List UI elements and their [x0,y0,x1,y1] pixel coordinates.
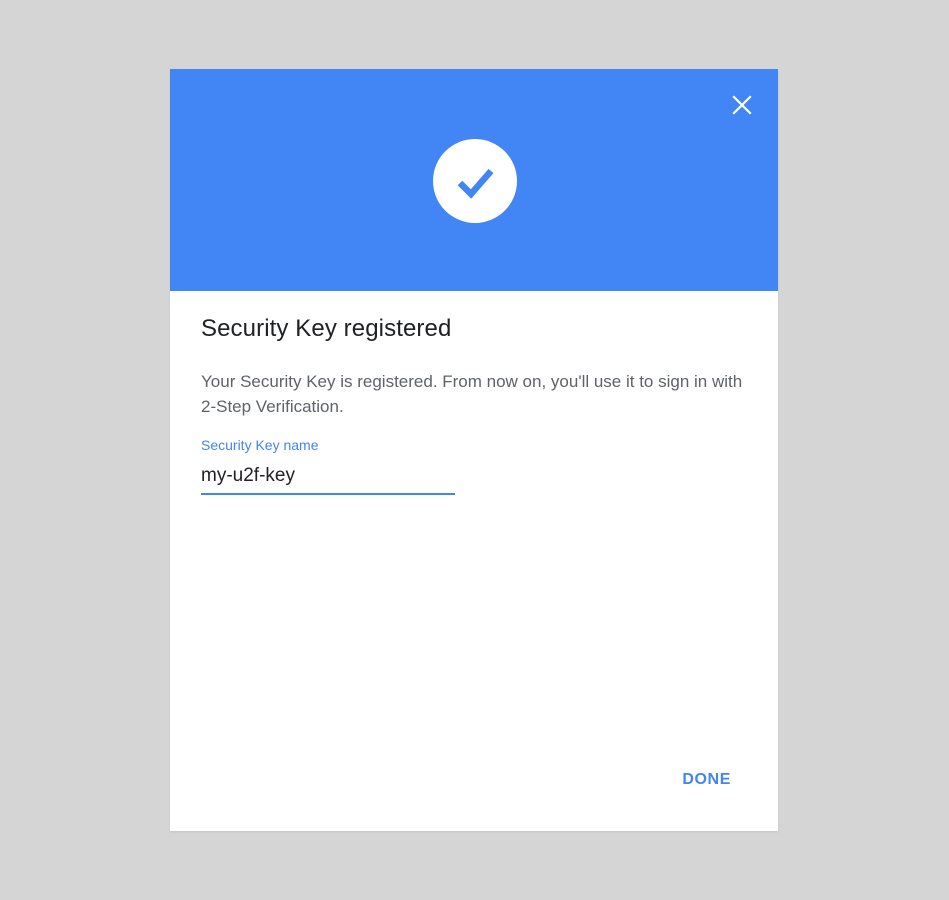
dialog-header [170,69,778,291]
checkmark-icon [457,168,494,199]
done-button[interactable]: DONE [669,765,744,795]
dialog-title: Security Key registered [201,315,452,342]
security-key-name-input[interactable] [201,463,455,495]
close-button[interactable] [728,91,756,119]
security-key-registered-dialog: Security Key registered Your Security Ke… [170,69,778,831]
dialog-description: Your Security Key is registered. From no… [201,372,743,416]
check-circle-icon [433,139,517,223]
close-icon [732,95,752,115]
security-key-name-label: Security Key name [201,437,319,453]
security-key-name-field: Security Key name [201,437,455,495]
